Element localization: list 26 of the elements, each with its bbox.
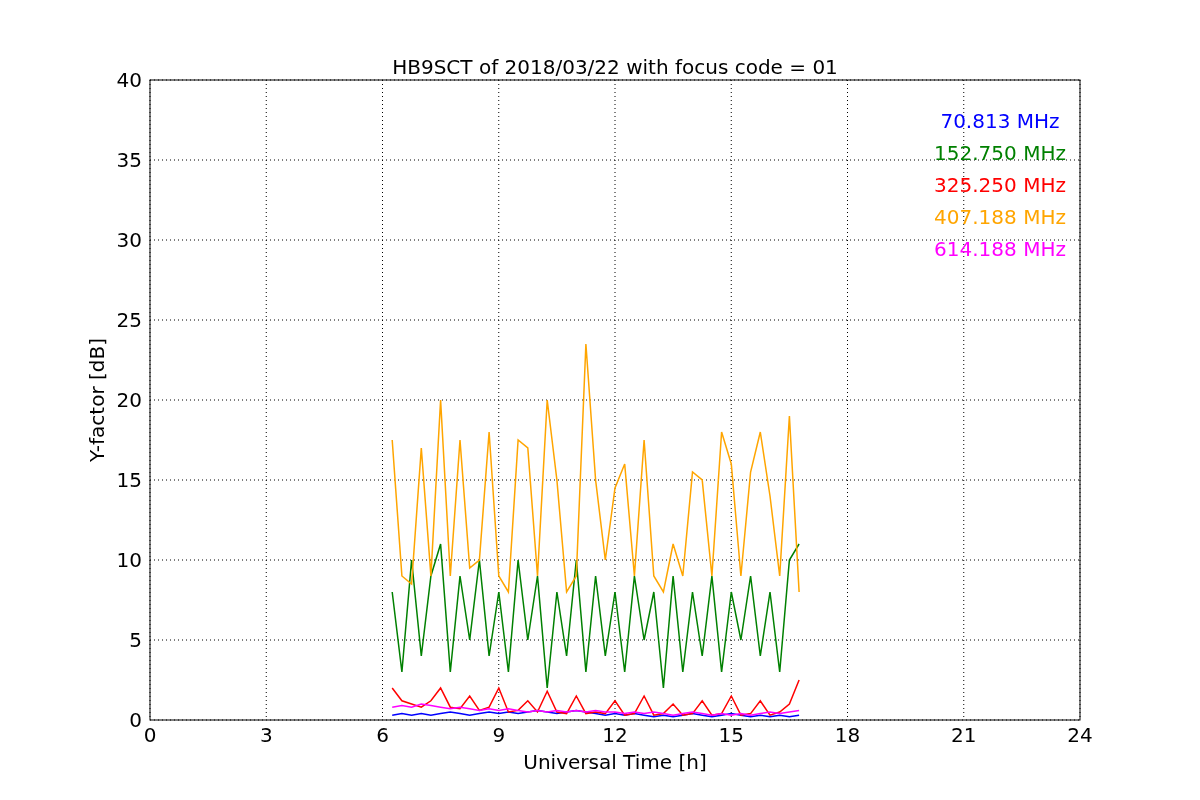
tick-label: 5	[129, 628, 142, 652]
axis-title: Universal Time [h]	[523, 750, 707, 774]
tick-label: 20	[116, 388, 142, 412]
tick-label: 25	[116, 308, 142, 332]
legend-label: 325.250 MHz	[934, 173, 1066, 197]
tick-label: 30	[116, 228, 142, 252]
tick-label: 0	[143, 723, 157, 747]
legend-label: 70.813 MHz	[940, 109, 1060, 133]
tick-label: 0	[129, 708, 142, 732]
tick-label: 40	[116, 68, 142, 92]
legend-label: 152.750 MHz	[934, 141, 1066, 165]
tick-label: 24	[1067, 723, 1093, 747]
tick-label: 12	[602, 723, 628, 747]
axis-title: Y-factor [dB]	[85, 338, 109, 462]
tick-label: 9	[492, 723, 506, 747]
tick-label: 15	[116, 468, 142, 492]
tick-label: 3	[259, 723, 273, 747]
tick-label: 18	[834, 723, 861, 747]
tick-label: 35	[116, 148, 142, 172]
legend-label: 614.188 MHz	[934, 237, 1066, 261]
chart-title: HB9SCT of 2018/03/22 with focus code = 01	[392, 55, 838, 79]
legend-label: 407.188 MHz	[934, 205, 1066, 229]
tick-label: 10	[116, 548, 142, 572]
tick-label: 21	[951, 723, 977, 747]
tick-label: 6	[376, 723, 389, 747]
tick-label: 15	[718, 723, 744, 747]
